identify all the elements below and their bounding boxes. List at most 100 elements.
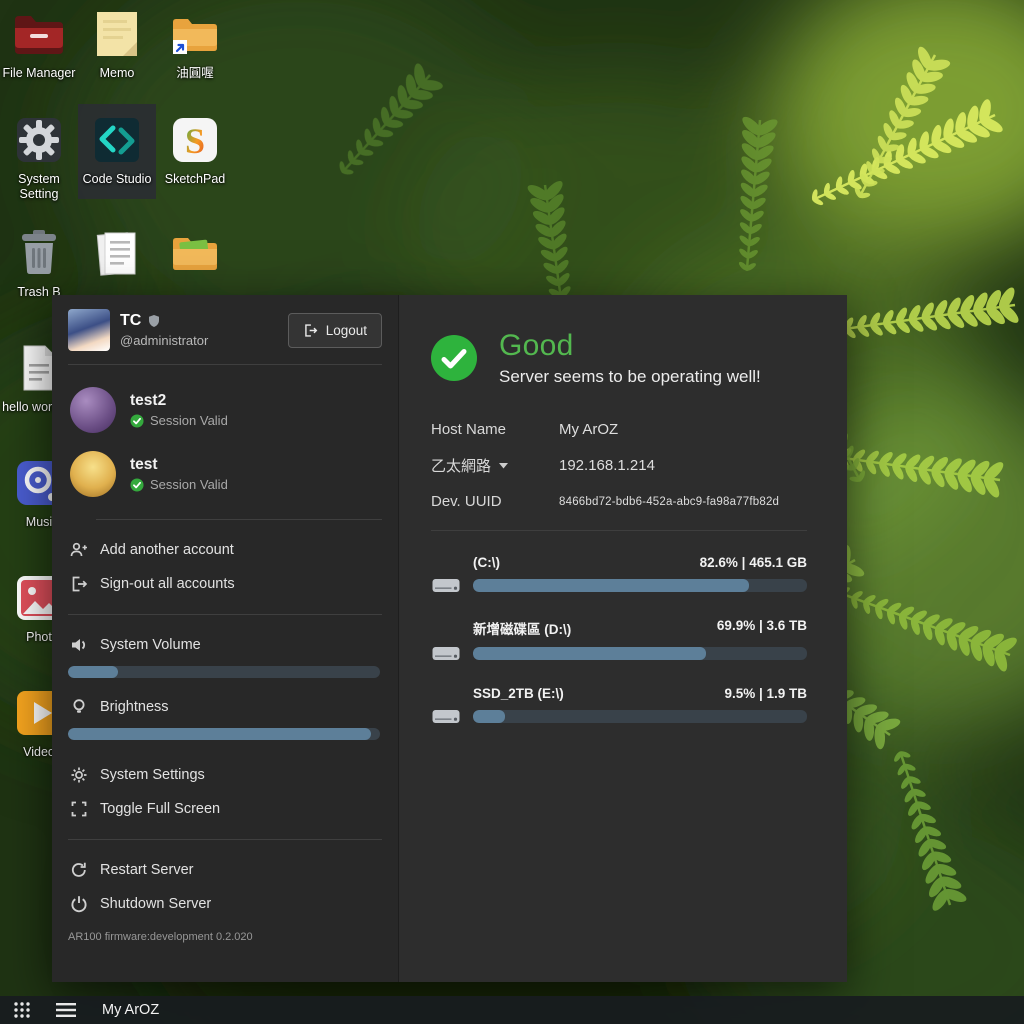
code-studio-icon [89, 112, 145, 168]
shutdown-server-item[interactable]: Shutdown Server [68, 887, 382, 921]
account-avatar [70, 451, 116, 497]
current-user-avatar [68, 309, 110, 351]
disk-usage: 69.9% | 3.6 TB [717, 618, 807, 638]
uuid-value: 8466bd72-bdb6-452a-abc9-fa98a77fb82d [559, 496, 779, 508]
network-row: 乙太網路 192.168.1.214 [431, 455, 807, 476]
current-user-header: TC @administrator Logout [68, 309, 382, 351]
signout-all-item[interactable]: Sign-out all accounts [68, 567, 382, 601]
current-user-handle: @administrator [120, 333, 208, 348]
restart-server-item[interactable]: Restart Server [68, 853, 382, 887]
desktop-icon-documents[interactable] [78, 225, 156, 285]
account-name: test [130, 456, 228, 474]
hdd-icon [431, 706, 461, 726]
hostname-value: My ArOZ [559, 421, 618, 438]
disk-name: (C:\) [473, 555, 500, 570]
current-user-identity: TC @administrator [120, 312, 208, 348]
start-menu-button[interactable] [0, 996, 44, 1024]
volume-slider[interactable] [68, 666, 380, 678]
account-item-test2[interactable]: test2 Session Valid [68, 378, 382, 442]
brightness-slider[interactable] [68, 728, 380, 740]
app-grid-icon [13, 1001, 31, 1019]
add-user-icon [70, 541, 88, 559]
hamburger-menu-icon [56, 1003, 76, 1017]
desktop-icon-label: File Manager [3, 66, 76, 81]
session-valid-check-icon [130, 414, 144, 428]
account-avatar [70, 387, 116, 433]
desktop-icon-label: System Setting [1, 172, 77, 202]
restart-icon [70, 861, 88, 879]
folder-with-file-icon [167, 225, 223, 281]
desktop-icon-label: SketchPad [165, 172, 225, 187]
account-name: test2 [130, 392, 228, 410]
disk-row-d: 新增磁碟區 (D:\) 69.9% | 3.6 TB [431, 618, 807, 660]
desktop-icon-sketchpad[interactable]: S SketchPad [156, 112, 234, 187]
power-icon [70, 895, 88, 913]
system-volume-label: System Volume [68, 628, 382, 662]
sketchpad-icon: S [167, 112, 223, 168]
session-valid-check-icon [130, 478, 144, 492]
divider [431, 530, 807, 531]
file-manager-icon [11, 6, 67, 62]
disk-usage-bar [473, 579, 807, 592]
user-menu-panel: TC @administrator Logout [52, 295, 398, 982]
divider [68, 364, 382, 365]
desktop-icon-trash[interactable]: Trash B [0, 225, 78, 300]
sign-out-icon [70, 575, 88, 593]
status-ok-check-icon [431, 335, 477, 381]
hdd-icon [431, 575, 461, 595]
disk-usage-fill [473, 647, 706, 660]
desktop-icon-shortcut-folder[interactable]: 油圓喔 [156, 6, 234, 81]
disk-usage: 9.5% | 1.9 TB [724, 686, 807, 701]
system-settings-item[interactable]: System Settings [68, 758, 382, 792]
taskbar-app-title: My ArOZ [102, 1002, 159, 1018]
uuid-label: Dev. UUID [431, 493, 559, 510]
desktop-icon-label: 油圓喔 [176, 66, 214, 81]
volume-slider-fill [68, 666, 118, 678]
server-status-panel: Good Server seems to be operating well! … [398, 295, 847, 982]
hostname-label: Host Name [431, 421, 559, 438]
disk-usage: 82.6% | 465.1 GB [700, 555, 807, 570]
bulb-icon [70, 698, 88, 716]
status-popup: TC @administrator Logout [52, 295, 847, 982]
speaker-icon [70, 636, 88, 654]
desktop-icon-label: Video [23, 745, 55, 760]
disk-usage-bar [473, 647, 807, 660]
fullscreen-icon [70, 800, 88, 818]
firmware-version-text: AR100 firmware:development 0.2.020 [68, 931, 382, 943]
toggle-fullscreen-item[interactable]: Toggle Full Screen [68, 792, 382, 826]
desktop-icon-system-setting[interactable]: System Setting [0, 112, 78, 202]
logout-button[interactable]: Logout [288, 313, 382, 348]
status-title: Good [499, 329, 761, 363]
desktop-icon-label: Phot [26, 630, 52, 645]
desktop: File Manager Memo 油圓喔 [0, 0, 1024, 1024]
desktop-icon-code-studio[interactable]: Code Studio [78, 104, 156, 199]
trash-icon [11, 225, 67, 281]
network-interface-dropdown[interactable]: 乙太網路 [431, 455, 559, 476]
memo-icon [89, 6, 145, 62]
disk-row-c: (C:\) 82.6% | 465.1 GB [431, 555, 807, 592]
desktop-icon-folder-green[interactable] [156, 225, 234, 285]
desktop-icon-file-manager[interactable]: File Manager [0, 6, 78, 81]
add-account-item[interactable]: Add another account [68, 533, 382, 567]
disk-usage-bar [473, 710, 807, 723]
desktop-icon-label: Musi [26, 515, 52, 530]
disk-usage-fill [473, 579, 749, 592]
account-item-test[interactable]: test Session Valid [68, 442, 382, 506]
desktop-icon-label: Memo [100, 66, 135, 81]
admin-shield-icon [147, 314, 161, 328]
svg-text:S: S [185, 121, 205, 161]
divider [68, 839, 382, 840]
uuid-row: Dev. UUID 8466bd72-bdb6-452a-abc9-fa98a7… [431, 493, 807, 510]
hdd-icon [431, 643, 461, 663]
disk-name: 新增磁碟區 (D:\) [473, 618, 571, 638]
logout-icon [303, 323, 318, 338]
brightness-slider-fill [68, 728, 371, 740]
desktop-icon-memo[interactable]: Memo [78, 6, 156, 81]
gear-icon [70, 766, 88, 784]
divider [68, 614, 382, 615]
ip-address-value: 192.168.1.214 [559, 457, 655, 474]
account-status: Session Valid [130, 477, 228, 492]
current-user-name: TC [120, 312, 141, 330]
window-list-button[interactable] [44, 996, 88, 1024]
taskbar: My ArOZ [0, 996, 1024, 1024]
